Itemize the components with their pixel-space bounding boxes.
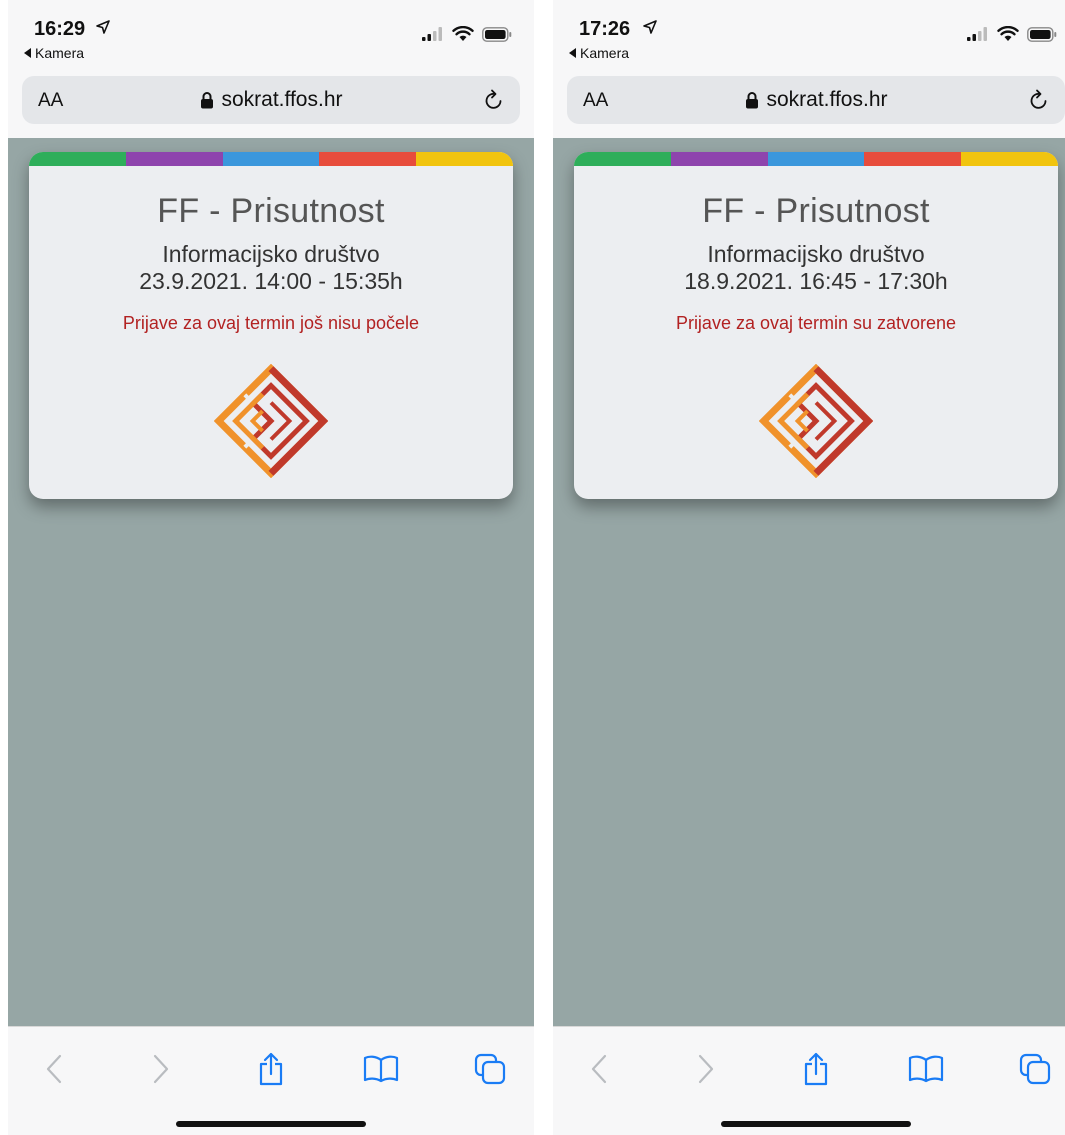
- address-bar-area: AA sokrat.ffos.hr: [553, 70, 1065, 138]
- tabs-button[interactable]: [470, 1049, 510, 1089]
- stripe-yellow: [961, 152, 1058, 166]
- cellular-signal-icon: [422, 27, 442, 41]
- back-chevron-icon: [591, 1054, 607, 1084]
- session-datetime: 23.9.2021. 14:00 - 15:35h: [139, 268, 403, 294]
- stripe-blue: [767, 152, 865, 166]
- stripe-yellow: [416, 152, 513, 166]
- back-button[interactable]: [34, 1049, 74, 1089]
- stripe-blue: [222, 152, 320, 166]
- course-name: Informacijsko društvo: [162, 241, 380, 267]
- home-indicator[interactable]: [721, 1121, 911, 1127]
- forward-button[interactable]: [141, 1049, 181, 1089]
- bookmarks-book-icon: [363, 1055, 399, 1083]
- stripe-red: [319, 152, 417, 166]
- forward-chevron-icon: [698, 1054, 714, 1084]
- stripe-red: [864, 152, 962, 166]
- wifi-icon: [452, 26, 474, 41]
- system-icons: [422, 26, 512, 42]
- browser-toolbar: [8, 1026, 534, 1135]
- address-bar[interactable]: AA sokrat.ffos.hr: [22, 76, 520, 124]
- forward-chevron-icon: [153, 1054, 169, 1084]
- lock-icon: [200, 92, 213, 109]
- status-time: 17:26: [579, 18, 631, 40]
- address-bar[interactable]: AA sokrat.ffos.hr: [567, 76, 1065, 124]
- stripe-purple: [670, 152, 768, 166]
- url-text: sokrat.ffos.hr: [766, 88, 888, 111]
- wifi-icon: [997, 26, 1019, 41]
- back-app-label: Kamera: [35, 45, 85, 61]
- reload-icon[interactable]: [482, 88, 506, 112]
- url-text: sokrat.ffos.hr: [221, 88, 343, 111]
- stripe-purple: [125, 152, 223, 166]
- stripe-green: [29, 152, 126, 166]
- course-name: Informacijsko društvo: [707, 241, 925, 267]
- back-to-app-link[interactable]: Kamera: [569, 45, 629, 61]
- location-arrow-icon: [643, 20, 657, 34]
- card-title: FF - Prisutnost: [702, 192, 930, 230]
- browser-toolbar: [553, 1026, 1065, 1135]
- home-indicator[interactable]: [176, 1121, 366, 1127]
- bookmarks-button[interactable]: [361, 1049, 401, 1089]
- tabs-icon: [474, 1053, 506, 1085]
- lock-icon: [745, 92, 758, 109]
- session-datetime: 18.9.2021. 16:45 - 17:30h: [684, 268, 948, 294]
- attendance-card: FF - Prisutnost Informacijsko društvo 23…: [29, 152, 513, 499]
- share-button[interactable]: [251, 1049, 291, 1089]
- address-bar-area: AA sokrat.ffos.hr: [8, 70, 534, 138]
- page-content: FF - Prisutnost Informacijsko društvo 18…: [553, 138, 1065, 1026]
- phone-screen-2: 17:26 Kamera AA sokrat.ffos.hr FF - Pris…: [553, 0, 1065, 1135]
- page-content: FF - Prisutnost Informacijsko društvo 23…: [8, 138, 534, 1026]
- battery-icon: [1027, 26, 1057, 42]
- share-icon: [804, 1052, 828, 1086]
- faculty-logo-icon: [214, 364, 328, 478]
- status-bar: 17:26 Kamera: [553, 0, 1065, 70]
- back-chevron-icon: [46, 1054, 62, 1084]
- url-display[interactable]: sokrat.ffos.hr: [567, 88, 1065, 112]
- bookmarks-button[interactable]: [906, 1049, 946, 1089]
- phone-screen-1: 16:29 Kamera AA sokrat.ffos.hr FF - Pris…: [8, 0, 534, 1135]
- system-icons: [967, 26, 1057, 42]
- location-arrow-icon: [96, 20, 110, 34]
- stripe-green: [574, 152, 671, 166]
- share-button[interactable]: [796, 1049, 836, 1089]
- bookmarks-book-icon: [908, 1055, 944, 1083]
- color-stripe: [574, 152, 1058, 166]
- registration-status: Prijave za ovaj termin su zatvorene: [675, 313, 957, 333]
- share-icon: [259, 1052, 283, 1086]
- cellular-signal-icon: [967, 27, 987, 41]
- battery-icon: [482, 26, 512, 42]
- color-stripe: [29, 152, 513, 166]
- url-display[interactable]: sokrat.ffos.hr: [22, 88, 520, 112]
- faculty-logo-icon: [759, 364, 873, 478]
- forward-button[interactable]: [686, 1049, 726, 1089]
- registration-status: Prijave za ovaj termin još nisu počele: [122, 313, 420, 333]
- status-time: 16:29: [34, 18, 86, 40]
- back-app-label: Kamera: [580, 45, 630, 61]
- tabs-icon: [1019, 1053, 1051, 1085]
- back-triangle-icon: [24, 48, 31, 58]
- card-title: FF - Prisutnost: [157, 192, 385, 230]
- attendance-card: FF - Prisutnost Informacijsko društvo 18…: [574, 152, 1058, 499]
- status-bar: 16:29 Kamera: [8, 0, 534, 70]
- reload-icon[interactable]: [1027, 88, 1051, 112]
- tabs-button[interactable]: [1015, 1049, 1055, 1089]
- back-to-app-link[interactable]: Kamera: [24, 45, 84, 61]
- back-button[interactable]: [579, 1049, 619, 1089]
- back-triangle-icon: [569, 48, 576, 58]
